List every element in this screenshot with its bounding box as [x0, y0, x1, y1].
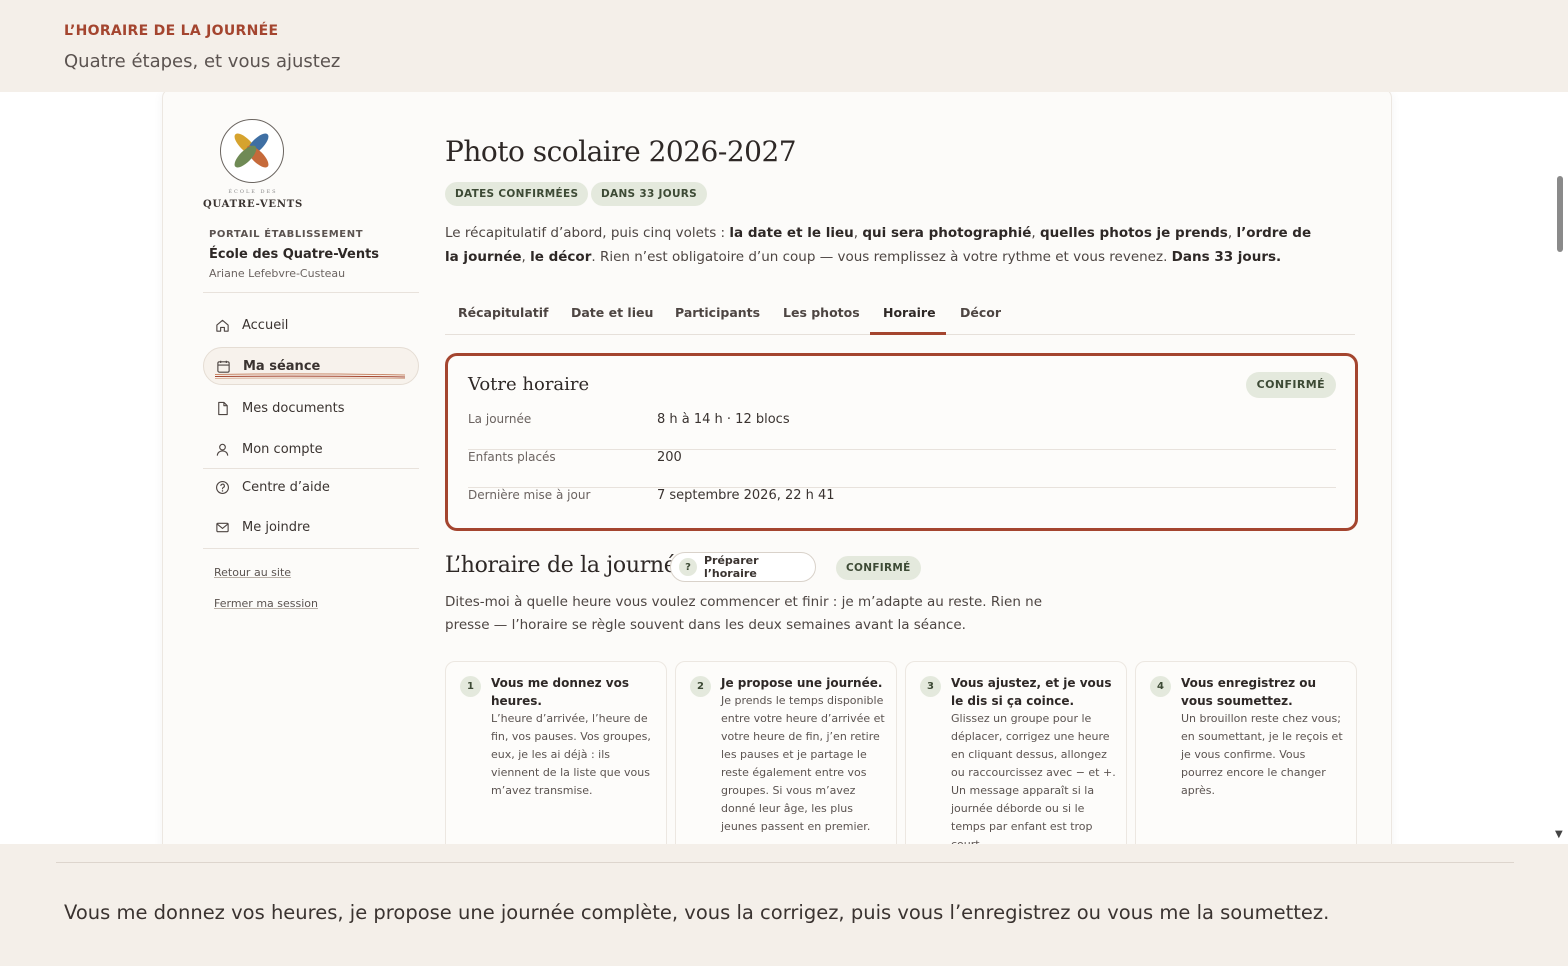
slide-footer: Vous me donnez vos heures, je propose un…: [0, 844, 1568, 966]
pinwheel-logo-icon: [234, 133, 269, 168]
nav-item-mes-documents[interactable]: Mes documents: [203, 389, 419, 427]
sidebar-divider: [203, 292, 419, 293]
browser-viewport: ÉCOLE DES QUATRE-VENTS PORTAIL ÉTABLISSE…: [0, 92, 1568, 844]
section-title: L’horaire de la journée: [445, 553, 690, 578]
document-icon: [218, 401, 228, 415]
mail-icon: [216, 522, 229, 532]
step-text: L’heure d’arrivée, l’heure de fin, vos p…: [491, 712, 651, 797]
step-number: 2: [690, 676, 711, 697]
schedule-row-label: Dernière mise à jour: [468, 488, 591, 502]
user-name: Ariane Lefebvre-Custeau: [209, 267, 346, 280]
intro-text: Le récapitulatif d’abord, puis cinq vole…: [445, 225, 1312, 265]
nav-label: Mes documents: [242, 400, 345, 416]
schedule-summary-card: Votre horaire CONFIRMÉ La journée 8 h à …: [445, 353, 1358, 531]
step-card-2: 2 Je propose une journée. Je prends le t…: [675, 661, 897, 844]
step-text: Je prends le temps disponible entre votr…: [721, 694, 885, 833]
nav-label: Accueil: [242, 317, 289, 333]
schedule-row-value: 7 septembre 2026, 22 h 41: [657, 488, 835, 503]
portal-label: PORTAIL ÉTABLISSEMENT: [209, 229, 364, 240]
schedule-row: Enfants placés 200: [468, 450, 1336, 488]
status-badge-countdown: DANS 33 JOURS: [591, 182, 708, 206]
logo-name: QUATRE-VENTS: [202, 199, 304, 210]
home-icon: [216, 319, 229, 332]
tab-date-lieu[interactable]: Date et lieu: [571, 305, 653, 320]
step-title: Vous ajustez, et je vous le dis si ça co…: [951, 676, 1112, 708]
section-tabs: Récapitulatif Date et lieu Participants …: [445, 299, 1355, 335]
step-card-1: 1 Vous me donnez vos heures. L’heure d’a…: [445, 661, 667, 844]
nav-label: Centre d’aide: [242, 479, 330, 495]
section-description: Dites-moi à quelle heure vous voulez com…: [445, 594, 1043, 633]
tab-participants[interactable]: Participants: [675, 305, 760, 320]
step-number: 4: [1150, 676, 1171, 697]
step-title: Je propose une journée.: [721, 676, 883, 690]
school-logo[interactable]: [220, 119, 284, 183]
nav-label: Mon compte: [242, 441, 323, 457]
question-icon: ?: [679, 558, 697, 576]
schedule-row-label: Enfants placés: [468, 450, 556, 464]
nav-item-centre-aide[interactable]: Centre d’aide: [203, 468, 419, 506]
active-nav-underline: [215, 373, 405, 379]
slide-subtitle: Quatre étapes, et vous ajustez: [64, 51, 341, 72]
step-number: 1: [460, 676, 481, 697]
schedule-card-title: Votre horaire: [468, 374, 590, 395]
help-icon: [216, 480, 229, 494]
prepare-schedule-label: Préparer l’horaire: [703, 554, 759, 580]
step-text: Glissez un groupe pour le déplacer, corr…: [951, 712, 1116, 844]
tab-decor[interactable]: Décor: [960, 305, 1001, 320]
portal-card: ÉCOLE DES QUATRE-VENTS PORTAIL ÉTABLISSE…: [162, 92, 1392, 844]
nav-label: Me joindre: [242, 519, 311, 535]
slide-caption: Vous me donnez vos heures, je propose un…: [64, 901, 1330, 924]
vertical-scrollbar[interactable]: ▼: [1552, 92, 1568, 844]
tab-recapitulatif[interactable]: Récapitulatif: [458, 305, 548, 320]
nav-item-accueil[interactable]: Accueil: [203, 306, 419, 344]
logo-small-text: ÉCOLE DES: [228, 189, 278, 195]
schedule-row-label: La journée: [468, 412, 532, 426]
schedule-row-value: 8 h à 14 h · 12 blocs: [657, 412, 790, 427]
sidebar-divider: [203, 548, 419, 549]
footer-divider: [56, 862, 1514, 863]
nav-item-mon-compte[interactable]: Mon compte: [203, 430, 419, 468]
back-to-site-link[interactable]: Retour au site: [214, 566, 291, 579]
schedule-status-badge: CONFIRMÉ: [1245, 372, 1336, 398]
calendar-icon: [217, 360, 230, 373]
section-status-badge: CONFIRMÉ: [836, 556, 921, 580]
logout-link[interactable]: Fermer ma session: [214, 597, 318, 610]
scroll-down-arrow-icon[interactable]: ▼: [1555, 829, 1563, 840]
school-name: École des Quatre-Vents: [209, 247, 380, 262]
nav-item-me-joindre[interactable]: Me joindre: [203, 508, 419, 546]
page-title: Photo scolaire 2026-2027: [445, 135, 797, 168]
slide-eyebrow: L’HORAIRE DE LA JOURNÉE: [64, 23, 279, 39]
step-number: 3: [920, 676, 941, 697]
step-title: Vous enregistrez ou vous soumettez.: [1181, 676, 1317, 708]
tab-horaire[interactable]: Horaire: [883, 305, 936, 320]
schedule-row-value: 200: [657, 450, 682, 465]
slide-header: L’HORAIRE DE LA JOURNÉE Quatre étapes, e…: [0, 0, 1568, 92]
prepare-schedule-button[interactable]: ? Préparer l’horaire: [670, 552, 816, 582]
step-card-4: 4 Vous enregistrez ou vous soumettez. Un…: [1135, 661, 1357, 844]
status-badge-dates: DATES CONFIRMÉES: [445, 182, 589, 206]
scrollbar-thumb[interactable]: [1557, 176, 1563, 252]
nav-item-ma-seance[interactable]: Ma séance: [203, 347, 419, 385]
nav-label: Ma séance: [243, 358, 321, 374]
schedule-row: Dernière mise à jour 7 septembre 2026, 2…: [468, 488, 1336, 526]
step-card-3: 3 Vous ajustez, et je vous le dis si ça …: [905, 661, 1127, 844]
step-text: Un brouillon reste chez vous; en soumett…: [1181, 712, 1343, 797]
active-tab-indicator: [870, 332, 946, 335]
user-icon: [216, 443, 229, 456]
tab-photos[interactable]: Les photos: [783, 305, 860, 320]
step-title: Vous me donnez vos heures.: [491, 676, 629, 708]
schedule-row: La journée 8 h à 14 h · 12 blocs: [468, 412, 1336, 450]
